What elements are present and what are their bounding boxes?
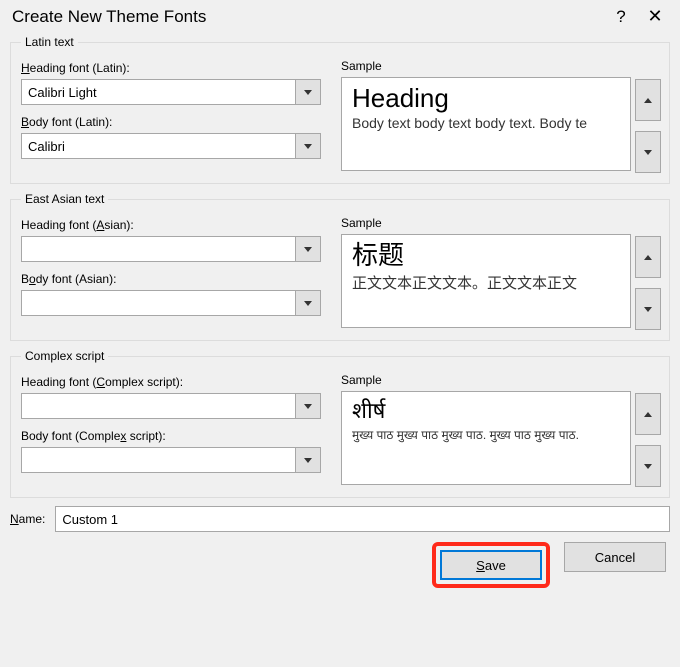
asian-body-input[interactable]: [21, 290, 295, 316]
chevron-down-icon[interactable]: [295, 133, 321, 159]
latin-sample-label: Sample: [341, 59, 631, 73]
chevron-down-icon[interactable]: [295, 447, 321, 473]
chevron-down-icon[interactable]: [295, 290, 321, 316]
complex-body-input[interactable]: [21, 447, 295, 473]
asian-heading-combo[interactable]: [21, 236, 321, 262]
asian-body-label: Body font (Asian):: [21, 272, 321, 286]
save-highlight: Save: [432, 542, 550, 588]
complex-heading-label: Heading font (Complex script):: [21, 375, 321, 389]
complex-body-label: Body font (Complex script):: [21, 429, 321, 443]
section-asian: East Asian text Heading font (Asian): Bo…: [10, 192, 670, 341]
latin-sample-box: Heading Body text body text body text. B…: [341, 77, 631, 171]
help-icon[interactable]: ?: [604, 7, 638, 27]
spin-up-icon[interactable]: [635, 393, 661, 435]
close-icon[interactable]: ✕: [638, 6, 672, 27]
asian-sample-label: Sample: [341, 216, 631, 230]
asian-body-combo[interactable]: [21, 290, 321, 316]
spin-down-icon[interactable]: [635, 445, 661, 487]
cancel-button[interactable]: Cancel: [564, 542, 666, 572]
latin-heading-input[interactable]: [21, 79, 295, 105]
dialog-title: Create New Theme Fonts: [12, 7, 604, 27]
complex-sample-box: शीर्ष मुख्य पाठ मुख्य पाठ मुख्य पाठ. मुख…: [341, 391, 631, 485]
name-label: Name:: [10, 512, 45, 526]
complex-sample-heading: शीर्ष: [352, 398, 620, 424]
complex-sample-body: मुख्य पाठ मुख्य पाठ मुख्य पाठ. मुख्य पाठ…: [352, 426, 620, 443]
complex-heading-input[interactable]: [21, 393, 295, 419]
section-asian-legend: East Asian text: [21, 192, 108, 206]
latin-heading-label: Heading font (Latin):: [21, 61, 321, 75]
section-complex: Complex script Heading font (Complex scr…: [10, 349, 670, 498]
spin-up-icon[interactable]: [635, 236, 661, 278]
latin-sample-body: Body text body text body text. Body te: [352, 115, 620, 131]
asian-sample-body: 正文文本正文文本。正文文本正文: [352, 272, 620, 293]
section-latin: Latin text Heading font (Latin): Body fo…: [10, 35, 670, 184]
latin-heading-combo[interactable]: [21, 79, 321, 105]
save-button[interactable]: Save: [440, 550, 542, 580]
name-input[interactable]: [55, 506, 670, 532]
latin-body-input[interactable]: [21, 133, 295, 159]
chevron-down-icon[interactable]: [295, 236, 321, 262]
asian-heading-input[interactable]: [21, 236, 295, 262]
latin-body-combo[interactable]: [21, 133, 321, 159]
spin-down-icon[interactable]: [635, 288, 661, 330]
latin-body-label: Body font (Latin):: [21, 115, 321, 129]
complex-body-combo[interactable]: [21, 447, 321, 473]
chevron-down-icon[interactable]: [295, 393, 321, 419]
spin-up-icon[interactable]: [635, 79, 661, 121]
section-latin-legend: Latin text: [21, 35, 78, 49]
title-bar: Create New Theme Fonts ? ✕: [0, 0, 680, 27]
asian-heading-label: Heading font (Asian):: [21, 218, 321, 232]
complex-sample-label: Sample: [341, 373, 631, 387]
spin-down-icon[interactable]: [635, 131, 661, 173]
chevron-down-icon[interactable]: [295, 79, 321, 105]
latin-sample-heading: Heading: [352, 84, 620, 113]
asian-sample-box: 标题 正文文本正文文本。正文文本正文: [341, 234, 631, 328]
section-complex-legend: Complex script: [21, 349, 108, 363]
asian-sample-heading: 标题: [352, 241, 620, 270]
complex-heading-combo[interactable]: [21, 393, 321, 419]
